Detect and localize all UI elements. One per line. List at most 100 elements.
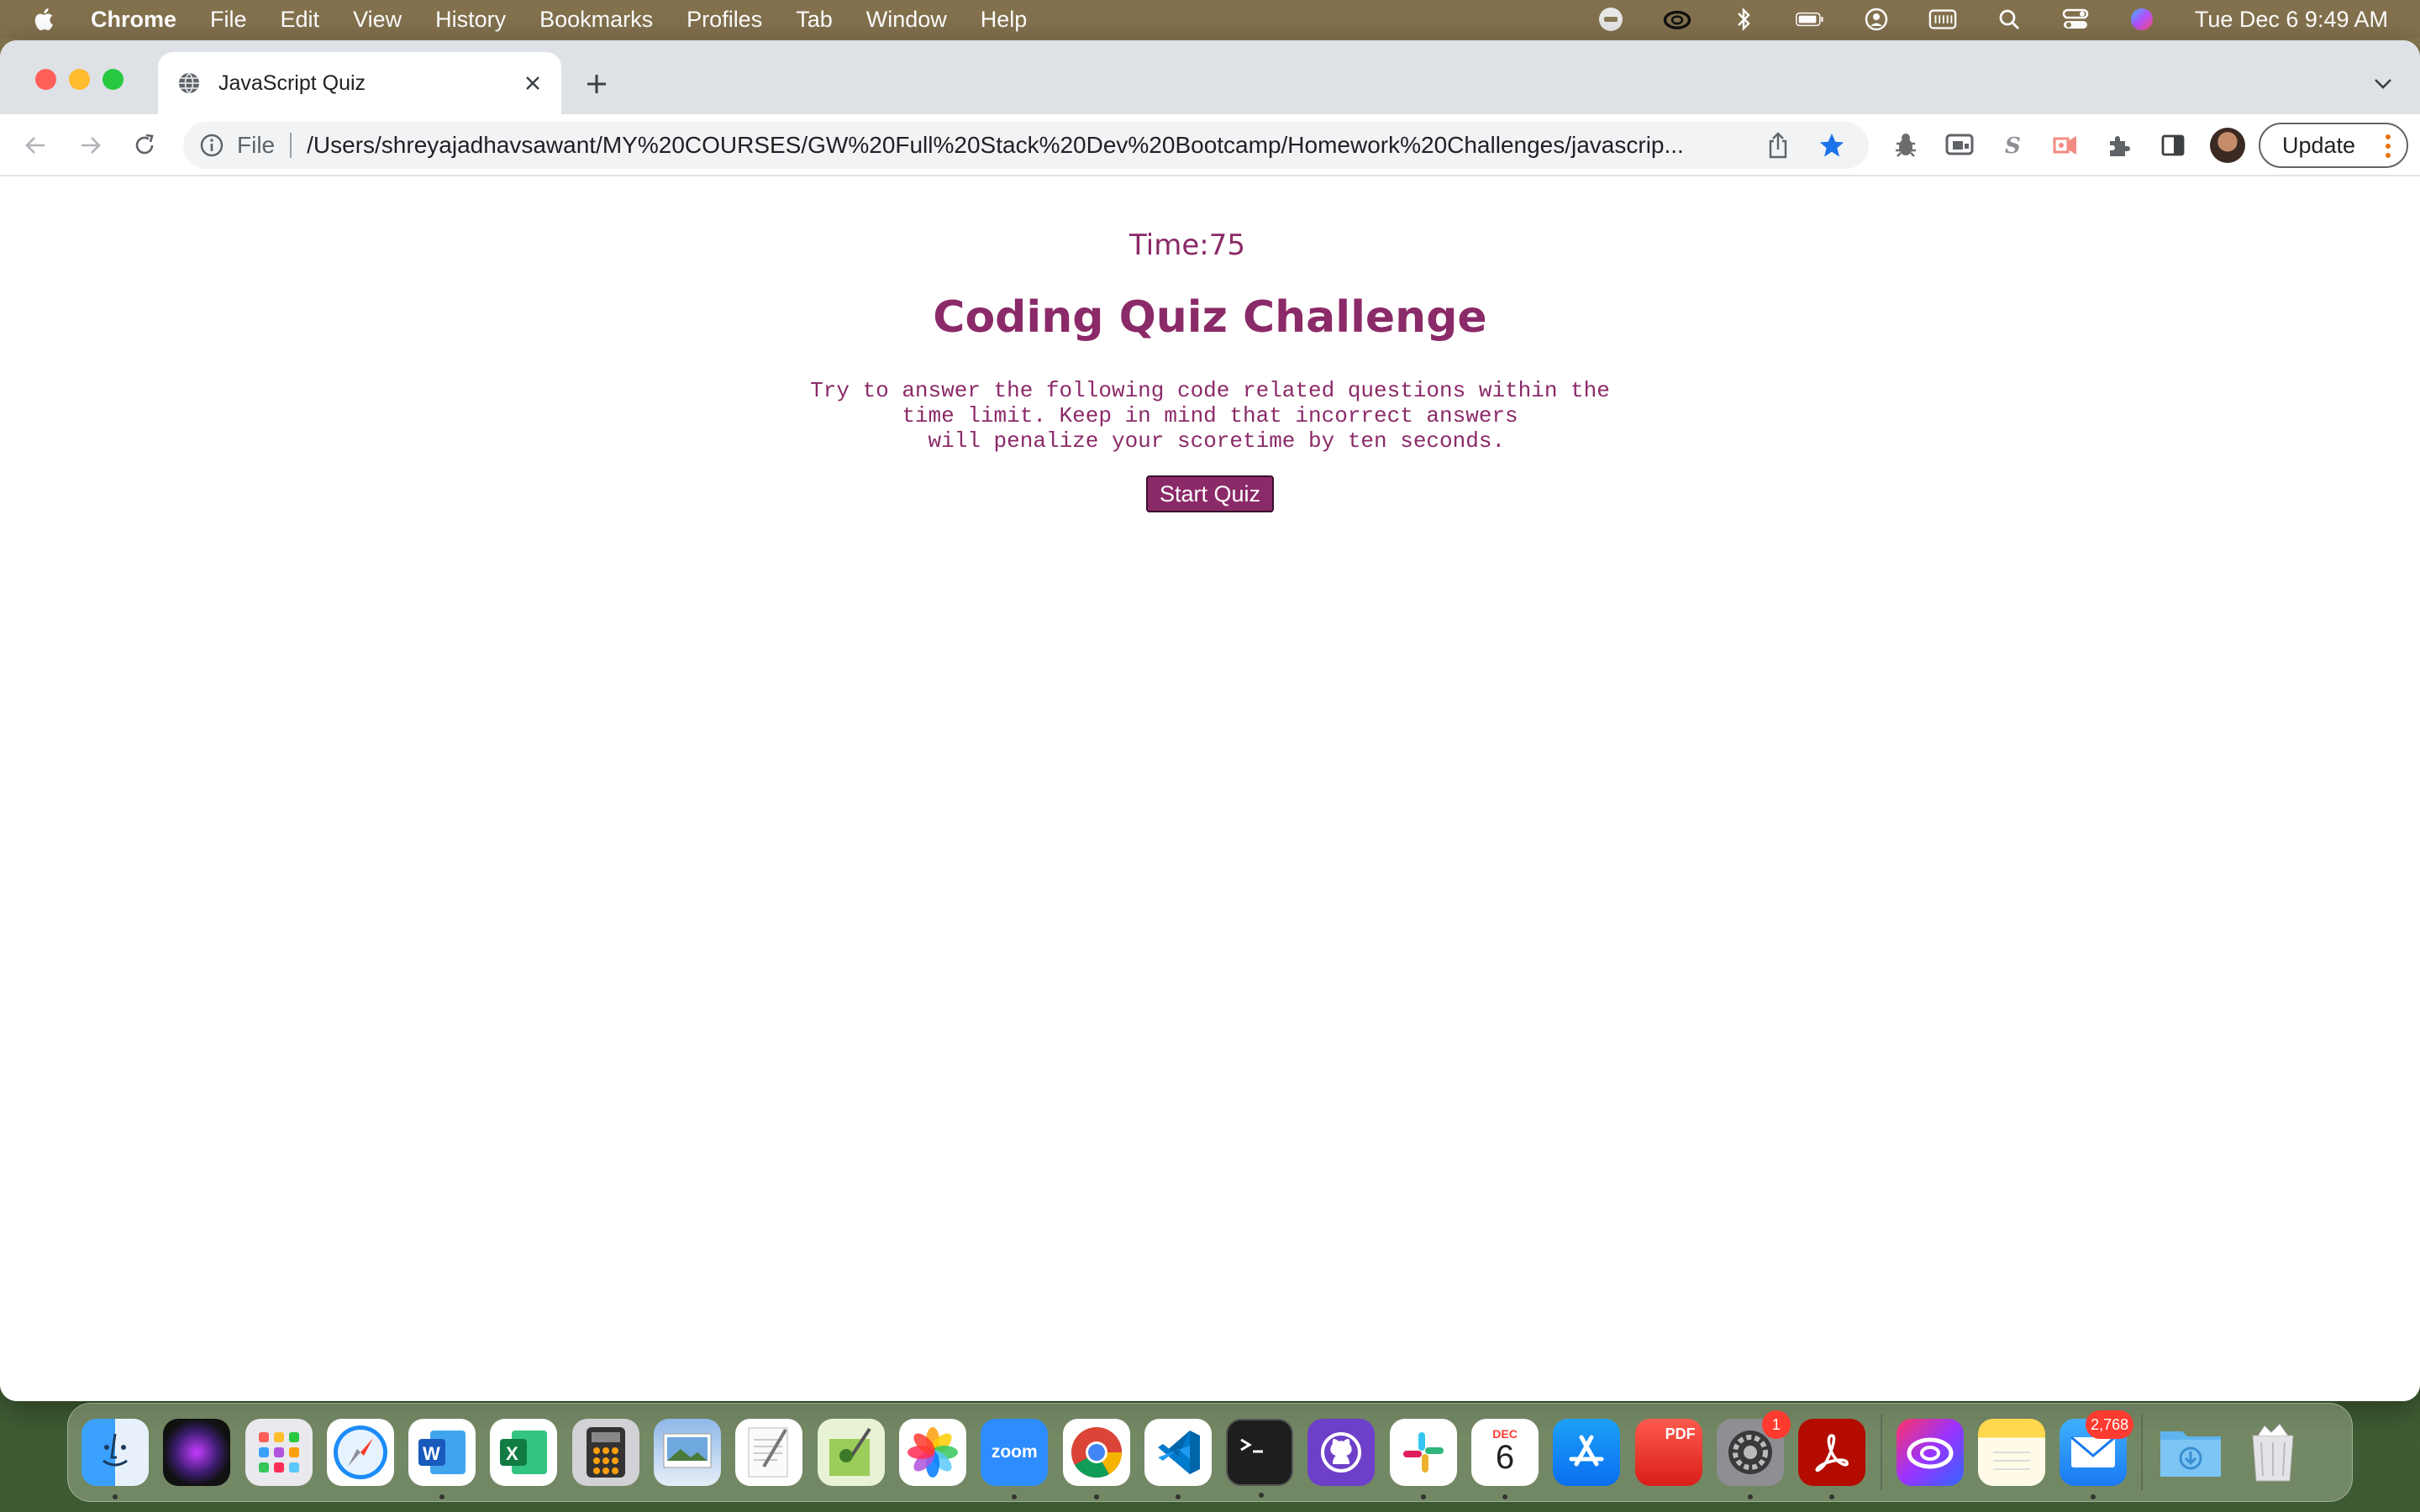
- menu-file[interactable]: File: [210, 7, 247, 33]
- window-controls: [35, 69, 136, 90]
- page-title: Coding Quiz Challenge: [933, 292, 1487, 343]
- menu-help[interactable]: Help: [981, 7, 1028, 33]
- menu-window[interactable]: Window: [866, 7, 947, 33]
- vscode-icon[interactable]: [1144, 1419, 1212, 1499]
- photos-icon[interactable]: [898, 1419, 966, 1486]
- github-desktop-icon[interactable]: [1307, 1419, 1376, 1486]
- terminal-icon[interactable]: [1226, 1419, 1294, 1498]
- tab-title: JavaScript Quiz: [218, 71, 366, 95]
- notes-icon[interactable]: [1977, 1419, 2045, 1486]
- pdf-expert-icon[interactable]: PDF: [1634, 1419, 1702, 1486]
- user-icon[interactable]: [1862, 7, 1891, 32]
- bug-extension-icon[interactable]: [1889, 129, 1923, 162]
- puzzle-extensions-icon[interactable]: [2102, 129, 2136, 162]
- battery-icon[interactable]: [1795, 7, 1824, 32]
- zoom-app-icon[interactable]: zoom: [981, 1419, 1049, 1499]
- scripteditor-icon[interactable]: [817, 1419, 885, 1486]
- start-quiz-button[interactable]: Start Quiz: [1146, 475, 1274, 512]
- zoom-window-button[interactable]: [103, 69, 124, 90]
- textedit-icon[interactable]: [735, 1419, 803, 1486]
- share-icon[interactable]: [1761, 129, 1795, 162]
- notification-badge: 1: [1761, 1410, 1791, 1439]
- calculator-icon[interactable]: [571, 1419, 639, 1486]
- bookmark-star-icon[interactable]: [1815, 129, 1849, 162]
- keyboard-icon[interactable]: [1928, 7, 1957, 32]
- address-bar[interactable]: File /Users/shreyajadhavsawant/MY%20COUR…: [183, 122, 1869, 169]
- close-window-button[interactable]: [35, 69, 56, 90]
- creative-cloud-icon[interactable]: [1663, 7, 1691, 32]
- tab-strip: JavaScript Quiz: [0, 40, 2420, 114]
- spotlight-icon[interactable]: [1995, 7, 2023, 32]
- menu-bar-status-area: Tue Dec 6 9:49 AM: [1559, 0, 2388, 39]
- apple-icon[interactable]: [30, 5, 59, 34]
- microsoft-excel-icon[interactable]: X: [490, 1419, 558, 1486]
- creative-cloud-app-icon[interactable]: [1896, 1419, 1964, 1486]
- siri-app-icon[interactable]: [163, 1419, 231, 1486]
- info-icon[interactable]: [198, 132, 225, 159]
- update-button[interactable]: Update: [2259, 123, 2408, 168]
- siri-icon[interactable]: [2128, 7, 2156, 32]
- forward-arrow-icon[interactable]: [74, 129, 108, 162]
- running-indicator: [1175, 1494, 1181, 1499]
- close-tab-icon[interactable]: [516, 66, 550, 100]
- safari-icon[interactable]: [326, 1419, 394, 1486]
- dock-separator: [1880, 1415, 1882, 1490]
- macos-menu-bar: Chrome File Edit View History Bookmarks …: [0, 0, 2420, 39]
- browser-window: JavaScript Quiz File /Users/shreyajadhav…: [0, 40, 2420, 1401]
- bluetooth-icon[interactable]: [1729, 7, 1758, 32]
- running-indicator: [1502, 1494, 1508, 1499]
- dock-separator: [2141, 1415, 2144, 1490]
- profile-avatar[interactable]: [2210, 128, 2245, 163]
- browser-toolbar: File /Users/shreyajadhavsawant/MY%20COUR…: [0, 114, 2420, 176]
- menu-profiles[interactable]: Profiles: [687, 7, 762, 33]
- running-indicator: [2091, 1494, 2096, 1499]
- side-panel-icon[interactable]: [2156, 129, 2190, 162]
- page-viewport: Time:75 Coding Quiz Challenge Try to ans…: [0, 178, 2420, 1401]
- running-indicator: [1420, 1494, 1426, 1499]
- microsoft-word-icon[interactable]: W: [408, 1419, 476, 1499]
- calendar-icon[interactable]: DEC 6: [1471, 1419, 1539, 1499]
- svg-text:X: X: [506, 1443, 518, 1464]
- more-menu-icon[interactable]: [2385, 134, 2391, 159]
- minimize-window-button[interactable]: [69, 69, 90, 90]
- menu-history[interactable]: History: [435, 7, 506, 33]
- running-indicator: [1829, 1494, 1835, 1499]
- tab-javascript-quiz[interactable]: JavaScript Quiz: [158, 52, 561, 114]
- url-scheme-label: File: [237, 132, 276, 158]
- launchpad-icon[interactable]: [245, 1419, 313, 1486]
- system-preferences-icon[interactable]: 1: [1716, 1410, 1791, 1499]
- zoom-icon[interactable]: [1597, 7, 1625, 32]
- url-text[interactable]: /Users/shreyajadhavsawant/MY%20COURSES/G…: [307, 132, 1761, 159]
- menu-bar-clock[interactable]: Tue Dec 6 9:49 AM: [2195, 7, 2388, 33]
- downloads-folder-icon[interactable]: [2157, 1419, 2224, 1486]
- quiz-instructions: Try to answer the following code related…: [810, 378, 1610, 454]
- quiz-timer: Time:75: [1129, 228, 1245, 262]
- running-indicator: [1093, 1494, 1099, 1499]
- menu-view[interactable]: View: [353, 7, 402, 33]
- zoom-app-label: zoom: [991, 1442, 1038, 1462]
- finder-icon[interactable]: [82, 1419, 149, 1499]
- google-chrome-icon[interactable]: [1062, 1419, 1130, 1499]
- notification-badge: 2,768: [2086, 1410, 2134, 1439]
- menu-app-name[interactable]: Chrome: [91, 7, 176, 33]
- omnibox-divider: [290, 133, 292, 158]
- s-extension-icon[interactable]: S: [1995, 129, 2028, 162]
- trash-icon[interactable]: [2239, 1419, 2307, 1486]
- record-extension-icon[interactable]: [2049, 129, 2082, 162]
- chevron-down-icon[interactable]: [2368, 69, 2398, 99]
- svg-text:W: W: [423, 1443, 440, 1464]
- acrobat-reader-icon[interactable]: [1798, 1419, 1866, 1499]
- menu-bookmarks[interactable]: Bookmarks: [539, 7, 653, 33]
- slack-icon[interactable]: [1389, 1419, 1457, 1499]
- control-center-icon[interactable]: [2061, 7, 2090, 32]
- preview-icon[interactable]: [654, 1419, 722, 1486]
- menu-edit[interactable]: Edit: [281, 7, 320, 33]
- reload-icon[interactable]: [128, 129, 161, 162]
- menu-tab[interactable]: Tab: [796, 7, 833, 33]
- mail-icon[interactable]: 2,768: [2060, 1410, 2134, 1499]
- screen-extension-icon[interactable]: [1943, 129, 1976, 162]
- new-tab-icon[interactable]: [580, 67, 613, 101]
- app-store-icon[interactable]: [1553, 1419, 1621, 1486]
- svg-text:S: S: [2005, 134, 2021, 159]
- back-arrow-icon[interactable]: [18, 129, 52, 162]
